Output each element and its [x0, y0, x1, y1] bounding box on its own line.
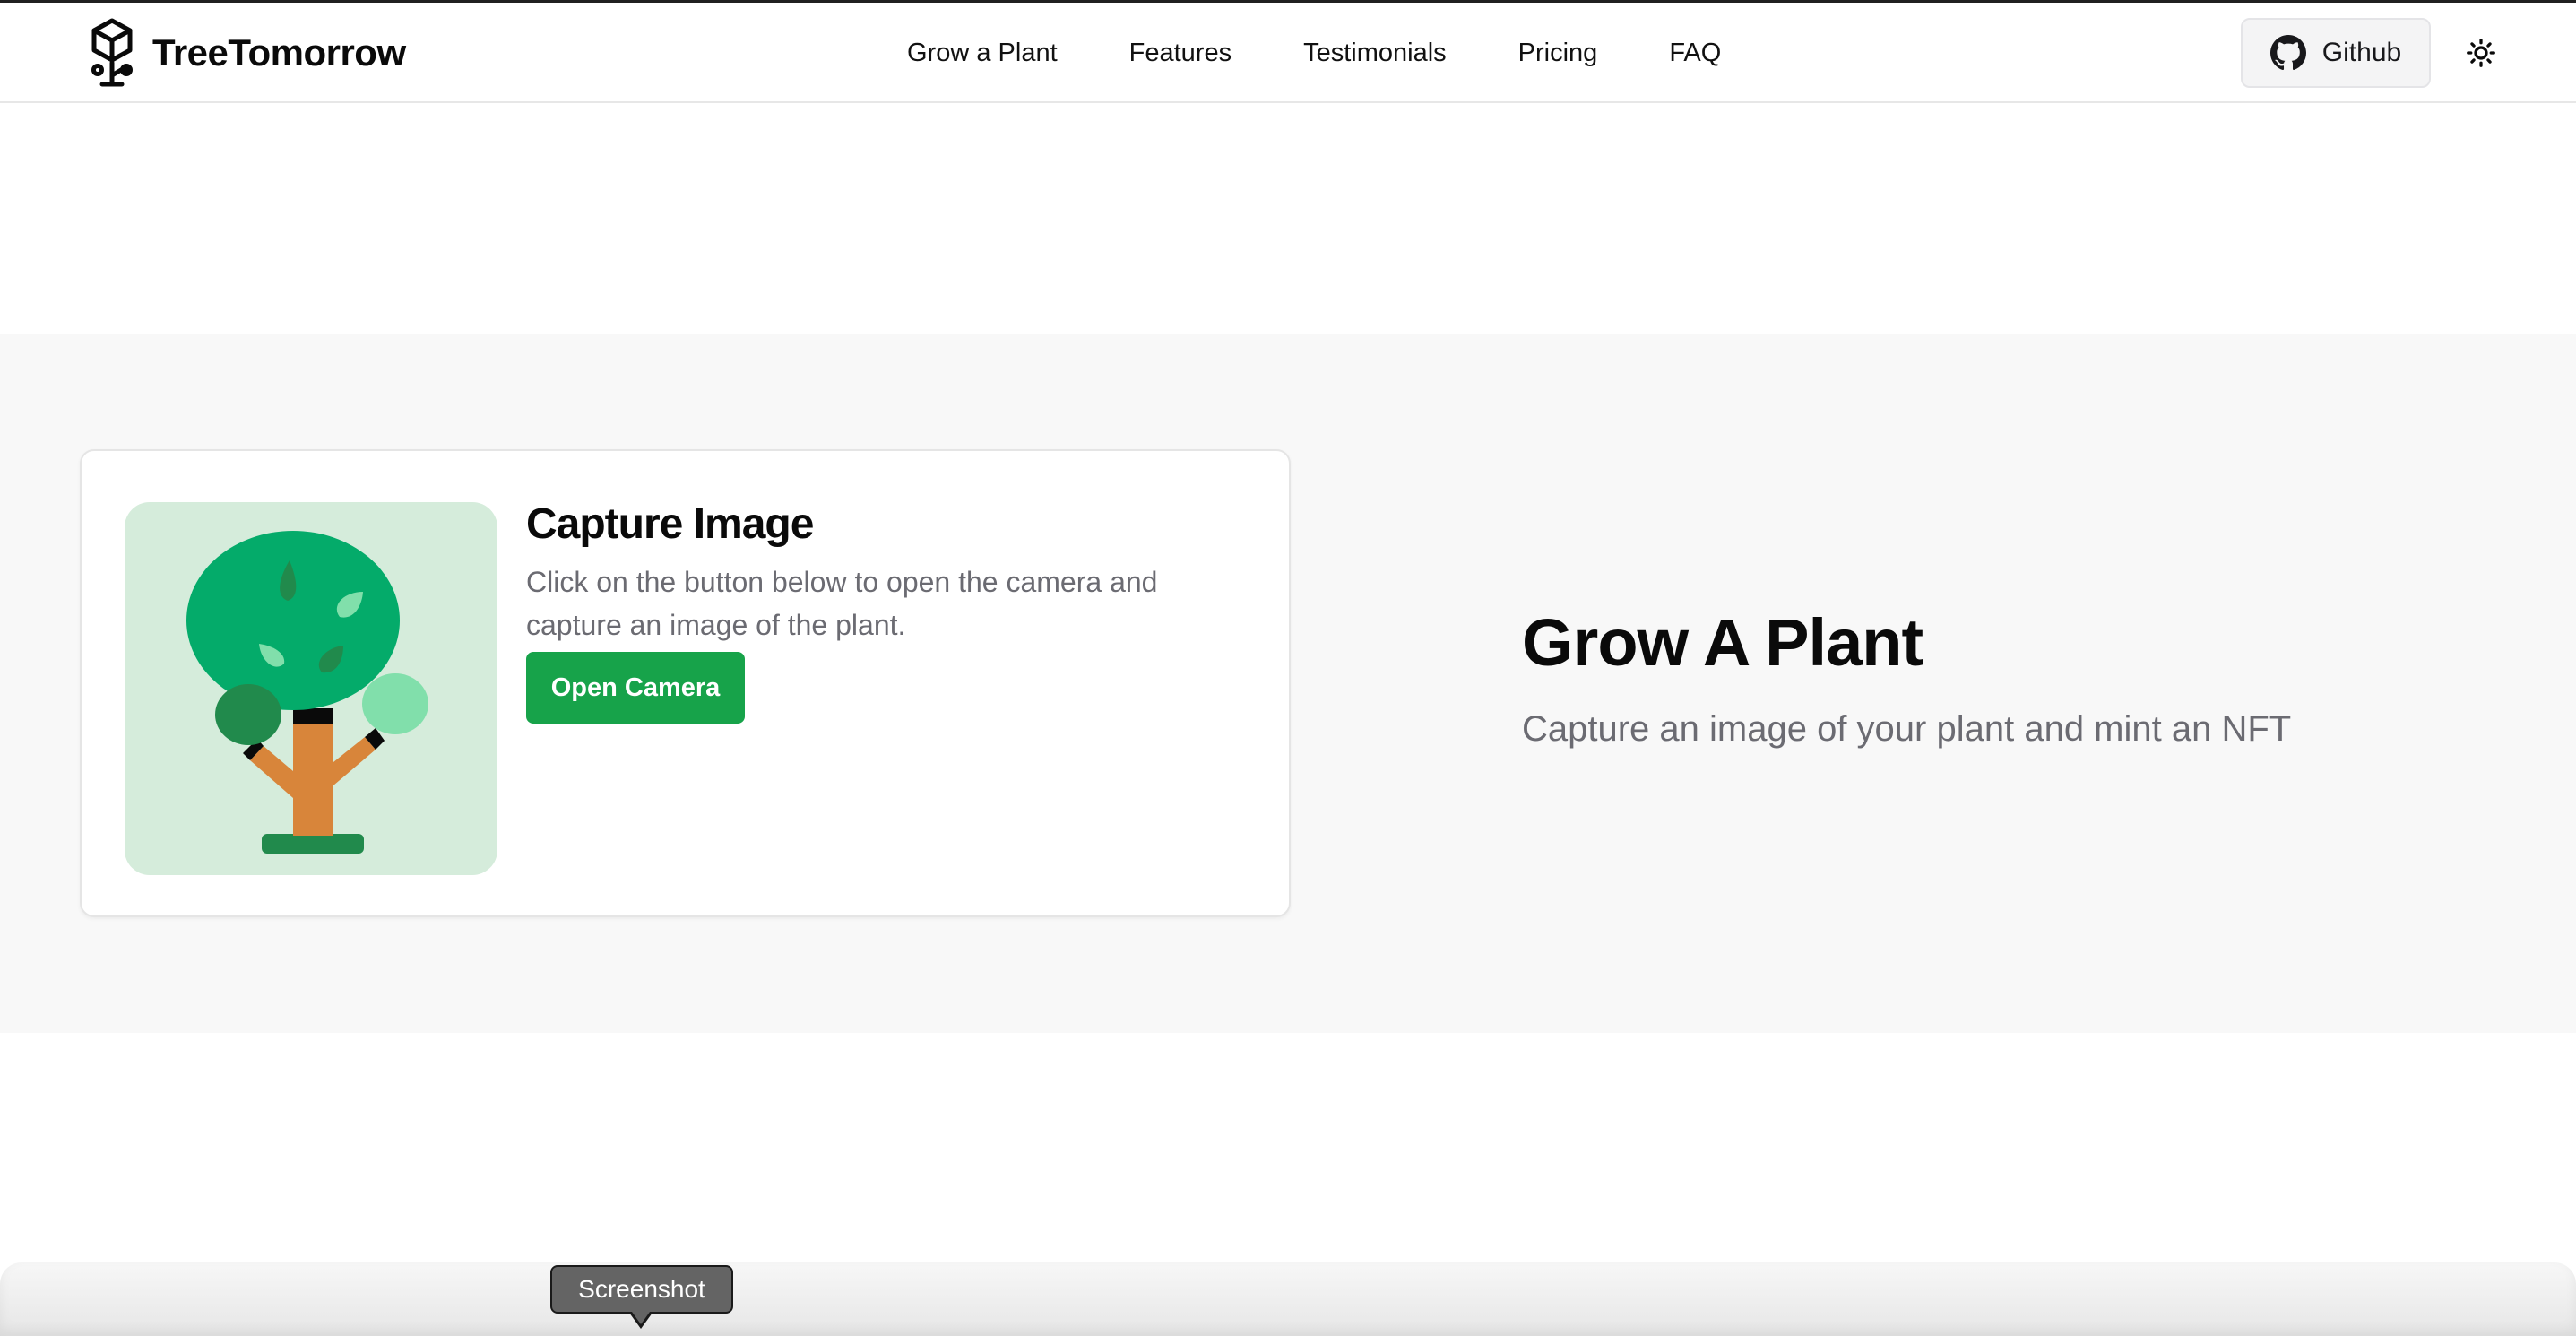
nav-link-features[interactable]: Features [1129, 39, 1232, 68]
dock-tooltip: Screenshot [550, 1265, 733, 1314]
hero-subtitle: Capture an image of your plant and mint … [1522, 709, 2292, 749]
capture-image-card: Capture Image Click on the button below … [80, 449, 1291, 917]
tree-canopy-shape [186, 531, 400, 710]
tree-base-shape [262, 834, 364, 854]
hero-title: Grow A Plant [1522, 605, 1923, 680]
card-body: Capture Image Click on the button below … [526, 496, 1225, 724]
nav-link-grow-a-plant[interactable]: Grow a Plant [907, 39, 1058, 68]
tooltip-arrow-fill [632, 1312, 650, 1324]
hero-text: Grow A Plant Capture an image of your pl… [1522, 603, 2291, 751]
brand-home-link[interactable]: TreeTomorrow [90, 18, 406, 87]
card-description: Click on the button below to open the ca… [526, 566, 1158, 641]
macos-dock [0, 1262, 2576, 1336]
github-button[interactable]: Github [2241, 18, 2431, 88]
github-icon [2269, 35, 2306, 71]
navbar: TreeTomorrow Grow a Plant Features Testi… [0, 3, 2576, 103]
github-label: Github [2321, 38, 2402, 67]
tree-left-bush-shape [215, 684, 281, 745]
nav-link-pricing[interactable]: Pricing [1518, 39, 1598, 68]
theme-toggle-button[interactable] [2458, 30, 2504, 76]
nav-link-testimonials[interactable]: Testimonials [1303, 39, 1447, 68]
card-title: Capture Image [526, 500, 814, 548]
main-nav: Grow a Plant Features Testimonials Prici… [907, 3, 1721, 103]
brand-name: TreeTomorrow [152, 31, 406, 74]
open-camera-button[interactable]: Open Camera [526, 652, 745, 724]
tree-left-branch-shape [250, 746, 293, 798]
nav-link-faq[interactable]: FAQ [1669, 39, 1721, 68]
tree-trunk-shape [293, 708, 333, 836]
plant-image-container [125, 502, 497, 875]
cube-tree-logo-icon [91, 18, 133, 87]
tree-illustration [186, 531, 428, 854]
grow-plant-section: Capture Image Click on the button below … [0, 334, 2576, 1033]
tree-right-bush-shape [362, 673, 428, 734]
sun-icon [2467, 39, 2495, 67]
tree-right-branch-shape [333, 737, 376, 785]
